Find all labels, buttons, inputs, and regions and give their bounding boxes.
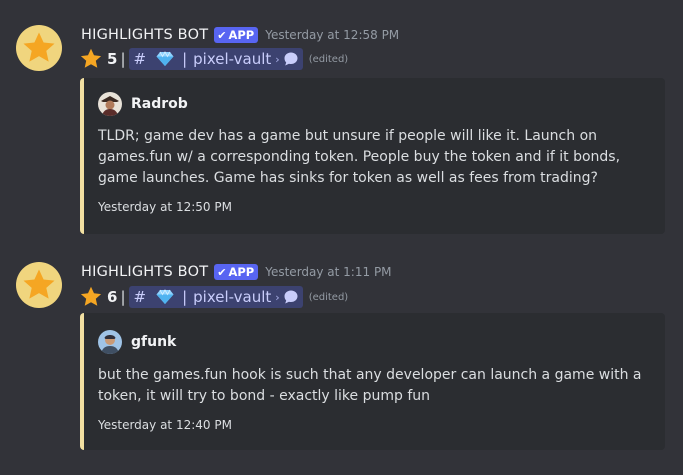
bot-avatar[interactable] <box>16 262 62 308</box>
star-count: 5 <box>107 50 118 68</box>
embed-author[interactable]: gfunk <box>98 330 176 354</box>
checkmark-icon: ✔ <box>217 28 227 42</box>
gem-icon <box>156 51 174 66</box>
app-badge: ✔ APP <box>214 27 259 43</box>
bot-avatar[interactable] <box>16 25 62 71</box>
star-icon <box>23 32 55 62</box>
app-badge-label: APP <box>228 28 255 42</box>
star-icon <box>80 286 102 306</box>
separator: | <box>120 50 126 68</box>
chevron-right-icon: › <box>275 290 280 304</box>
embed-author[interactable]: Radrob <box>98 92 188 116</box>
highlight-line: 6 | # | pixel-vault › (edited) <box>79 285 348 309</box>
channel-link[interactable]: # | pixel-vault › <box>128 286 303 308</box>
channel-pipe: | <box>182 288 188 306</box>
channel-link[interactable]: # | pixel-vault › <box>128 48 303 70</box>
embed-text: but the games.fun hook is such that any … <box>98 367 642 404</box>
edited-label: (edited) <box>308 53 349 65</box>
quote-embed: Radrob TLDR; game dev has a game but uns… <box>80 78 665 234</box>
separator: | <box>120 288 126 306</box>
chevron-right-icon: › <box>275 52 280 66</box>
embed-timestamp: Yesterday at 12:50 PM <box>98 200 232 214</box>
embed-text: TLDR; game dev has a game but unsure if … <box>98 128 621 186</box>
bot-name[interactable]: HIGHLIGHTS BOT <box>81 27 208 43</box>
speech-bubble-icon <box>284 52 298 66</box>
speech-bubble-icon <box>284 290 298 304</box>
author-name[interactable]: Radrob <box>131 96 188 112</box>
message-timestamp[interactable]: Yesterday at 12:58 PM <box>265 28 399 42</box>
message-timestamp[interactable]: Yesterday at 1:11 PM <box>265 265 391 279</box>
star-icon <box>23 269 55 299</box>
gem-icon <box>156 289 174 304</box>
star-count: 6 <box>107 288 118 306</box>
author-avatar[interactable] <box>98 92 122 116</box>
quote-embed: gfunk but the games.fun hook is such tha… <box>80 313 665 450</box>
channel-pipe: | <box>182 50 188 68</box>
channel-hash: # <box>133 50 147 68</box>
channel-name: pixel-vault <box>193 288 272 306</box>
message-header: HIGHLIGHTS BOT ✔ APP Yesterday at 1:11 P… <box>81 261 392 283</box>
app-badge: ✔ APP <box>214 264 259 280</box>
star-icon <box>80 48 102 68</box>
author-avatar[interactable] <box>98 330 122 354</box>
channel-name: pixel-vault <box>193 50 272 68</box>
message-header: HIGHLIGHTS BOT ✔ APP Yesterday at 12:58 … <box>81 24 399 46</box>
bot-name[interactable]: HIGHLIGHTS BOT <box>81 264 208 280</box>
edited-label: (edited) <box>308 291 349 303</box>
channel-hash: # <box>133 288 147 306</box>
app-badge-label: APP <box>228 265 255 279</box>
highlight-line: 5 | # | pixel-vault › (edited) <box>79 47 348 71</box>
embed-timestamp: Yesterday at 12:40 PM <box>98 418 232 432</box>
checkmark-icon: ✔ <box>217 265 227 279</box>
author-name[interactable]: gfunk <box>131 334 176 350</box>
